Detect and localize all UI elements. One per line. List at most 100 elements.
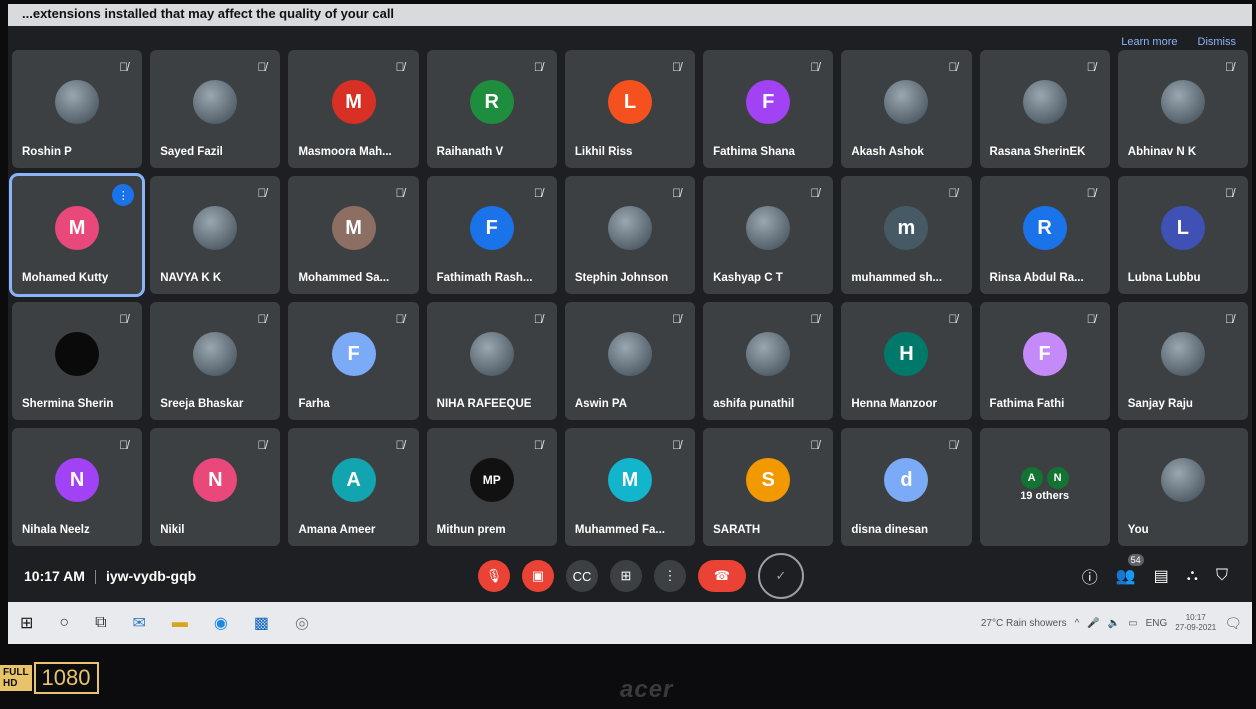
search-icon[interactable]: ○ [59, 614, 69, 632]
banner-text: ...extensions installed that may affect … [22, 6, 395, 21]
participant-tile[interactable]: 🎙̸ N Nikil [150, 428, 281, 546]
participant-tile[interactable]: 🎙̸ H Henna Manzoor [841, 302, 972, 420]
captions-button[interactable]: CC [566, 560, 598, 592]
mic-off-icon: 🎙̸ [257, 60, 267, 74]
leave-call-button[interactable]: ☎ [698, 560, 746, 592]
office-icon[interactable]: ▩ [254, 613, 269, 633]
participant-tile[interactable]: 🎙̸ ashifa punathil [703, 302, 834, 420]
chrome-icon[interactable]: ◎ [295, 613, 309, 633]
participant-tile[interactable]: 🎙̸ M Muhammed Fa... [564, 428, 696, 546]
mic-off-icon: 🎙̸ [810, 60, 820, 74]
host-controls-icon[interactable]: ⛉ [1216, 567, 1228, 585]
participant-tile[interactable]: A N 19 others [979, 428, 1110, 546]
avatar [884, 80, 929, 124]
avatar: F [746, 80, 791, 124]
participant-tile[interactable]: 🎙̸ Aswin PA [564, 302, 696, 420]
avatar: A [331, 458, 376, 502]
avatar: F [1022, 332, 1067, 376]
participant-tile[interactable]: 🎙̸ F Fathima Shana [703, 50, 834, 168]
participant-name: Abhinav N K [1127, 146, 1197, 158]
present-button[interactable]: ⊞ [610, 560, 642, 592]
participant-tile[interactable]: 🎙̸ R Raihanath V [426, 50, 557, 168]
battery-icon[interactable]: ▭ [1128, 618, 1137, 629]
camera-off-icon: ▣ [531, 568, 545, 583]
check-circle-button[interactable]: ✓ [758, 553, 804, 599]
notifications-icon[interactable]: 🗨 [1224, 615, 1242, 632]
participant-tile[interactable]: 🎙̸ Abhinav N K [1117, 50, 1248, 168]
avatar: m [884, 206, 929, 250]
banner-links: Learn more Dismiss [1121, 36, 1236, 48]
mic-off-icon: 🎙̸ [257, 186, 267, 200]
participant-tile[interactable]: 🎙̸ L Lubna Lubbu [1117, 176, 1248, 294]
participant-name: NAVYA K K [160, 272, 222, 284]
participant-tile[interactable]: 🎙̸ N Nihala Neelz [12, 428, 143, 546]
mic-off-icon: 🎙̸ [1086, 60, 1096, 74]
avatar: A [1020, 467, 1043, 489]
participant-tile[interactable]: 🎙̸ M Mohammed Sa... [288, 176, 419, 294]
participant-tile[interactable]: 🎙̸ L Likhil Riss [564, 50, 696, 168]
participant-tile[interactable]: 🎙̸ Sreeja Bhaskar [150, 302, 281, 420]
participant-tile[interactable]: 🎙̸ NAVYA K K [150, 176, 281, 294]
participant-tile[interactable]: 🎙̸ Stephin Johnson [564, 176, 696, 294]
participant-tile[interactable]: 🎙̸ m muhammed sh... [841, 176, 972, 294]
participant-name: Henna Manzoor [851, 398, 937, 410]
participant-tile[interactable]: ⋮ M Mohamed Kutty [8, 173, 146, 297]
volume-icon[interactable]: 🔈 [1108, 618, 1120, 629]
participant-tile[interactable]: 🎙̸ Akash Ashok [841, 50, 972, 168]
more-options-button[interactable]: ⋮ [654, 560, 686, 592]
people-button[interactable]: 👥 54 [1116, 554, 1144, 586]
chevron-up-icon[interactable]: ^ [1075, 618, 1080, 629]
participant-tile[interactable]: 🎙̸ F Fathima Fathi [979, 302, 1110, 420]
people-count-badge: 54 [1127, 554, 1144, 566]
system-tray: 27°C Rain showers ^ 🎤 🔈 ▭ ENG 10:17 27-0… [981, 613, 1242, 633]
avatar: d [884, 458, 929, 502]
mail-icon[interactable]: ✉ [133, 613, 146, 633]
info-icon[interactable]: ⓘ [1082, 564, 1098, 588]
participant-name: You [1127, 524, 1149, 536]
participant-tile[interactable]: 🎙̸ A Amana Ameer [288, 428, 419, 546]
participant-name: Sanjay Raju [1127, 398, 1193, 410]
participant-name: Stephin Johnson [574, 272, 669, 284]
avatar: M [55, 206, 100, 250]
participant-tile[interactable]: 🎙̸ Shermina Sherin [12, 302, 143, 420]
participant-tile[interactable]: 🎙̸ Kashyap C T [703, 176, 834, 294]
participant-tile[interactable]: 🎙̸ S SARATH [703, 428, 834, 546]
mic-off-icon: 🎙̸ [1086, 312, 1096, 326]
participant-tile[interactable]: 🎙̸ MP Mithun prem [426, 428, 557, 546]
mic-off-button[interactable]: 🎙 [478, 560, 510, 592]
mic-off-icon: 🎙̸ [395, 60, 405, 74]
file-explorer-icon[interactable]: ▬ [172, 614, 188, 632]
mic-off-icon: 🎙̸ [119, 438, 129, 452]
system-clock[interactable]: 10:17 27-09-2021 [1175, 613, 1216, 633]
activities-icon[interactable]: ⛬ [1187, 567, 1198, 585]
dismiss-link[interactable]: Dismiss [1198, 36, 1237, 48]
participant-tile[interactable]: 🎙̸ F Farha [288, 302, 419, 420]
participant-tile[interactable]: 🎙̸ Roshin P [12, 50, 143, 168]
language-indicator[interactable]: ENG [1146, 618, 1168, 629]
learn-more-link[interactable]: Learn more [1121, 36, 1177, 48]
participant-tile[interactable]: 🎙̸ F Fathimath Rash... [426, 176, 557, 294]
mic-off-icon: 🎙̸ [810, 312, 820, 326]
participant-tile[interactable]: 🎙̸ R Rinsa Abdul Ra... [979, 176, 1110, 294]
participant-name: Sayed Fazil [160, 146, 223, 158]
camera-off-button[interactable]: ▣ [522, 560, 554, 592]
mic-off-icon: 🎙̸ [672, 60, 682, 74]
task-view-icon[interactable]: ⧉ [95, 614, 106, 632]
participant-tile[interactable]: 🎙̸ d disna dinesan [841, 428, 972, 546]
participant-tile[interactable]: 🎙̸ Rasana SherinEK [979, 50, 1110, 168]
chat-icon[interactable]: ▤ [1154, 566, 1169, 586]
participant-name: Rinsa Abdul Ra... [989, 272, 1084, 284]
weather-text[interactable]: 27°C Rain showers [981, 618, 1067, 629]
participant-tile[interactable]: 🎙̸ M Masmoora Mah... [288, 50, 419, 168]
participant-tile[interactable]: 🎙̸ NIHA RAFEEQUE [426, 302, 557, 420]
participant-tile[interactable]: You [1117, 428, 1248, 546]
mic-off-icon: 🎙̸ [257, 312, 267, 326]
edge-browser-icon[interactable]: ◉ [214, 613, 228, 633]
microphone-icon: 🎤 [1087, 617, 1100, 629]
windows-start-icon[interactable]: ⊞ [20, 613, 33, 633]
hd-badge-top: FULL [3, 667, 29, 678]
participant-tile[interactable]: 🎙̸ Sanjay Raju [1117, 302, 1248, 420]
participant-tile[interactable]: 🎙̸ Sayed Fazil [150, 50, 281, 168]
meeting-code: iyw-vydb-gqb [105, 567, 197, 584]
hang-up-icon: ☎ [713, 568, 731, 583]
